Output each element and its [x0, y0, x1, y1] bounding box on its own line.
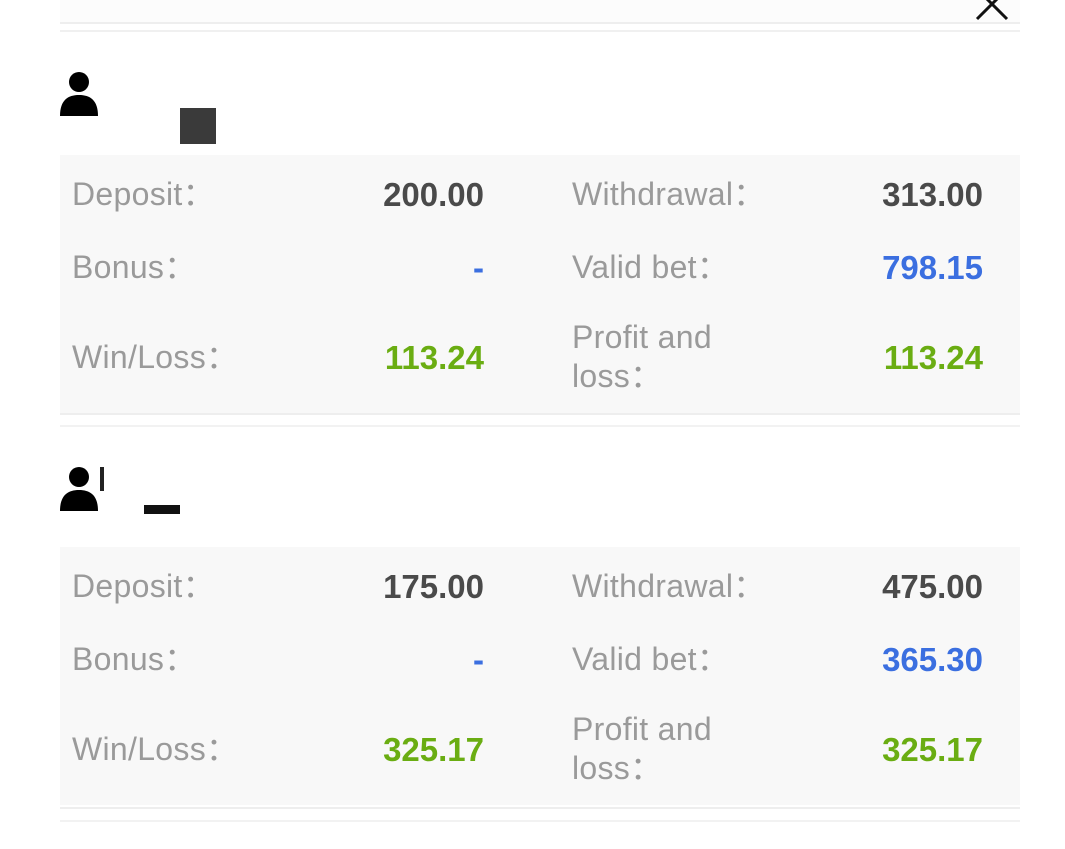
bonus-value: - — [473, 641, 484, 678]
close-icon — [975, 0, 1009, 21]
user-icon — [60, 72, 98, 116]
pnl-label-line1: Profit and — [572, 711, 712, 747]
deposit-value: 200.00 — [383, 176, 484, 213]
valid-bet-value: 365.30 — [882, 641, 983, 678]
pnl-value: 325.17 — [882, 731, 983, 768]
pnl-label-line2: loss： — [572, 358, 663, 394]
card-divider — [60, 425, 1020, 427]
stats-panel: Deposit： 175.00 Withdrawal： 475.00 Bonus… — [60, 547, 1020, 805]
winloss-value: 325.17 — [383, 731, 484, 768]
pnl-label-line2: loss： — [572, 750, 663, 786]
header-bar — [60, 0, 1020, 24]
header-divider — [60, 30, 1020, 32]
withdrawal-label: Withdrawal： — [572, 176, 766, 212]
bonus-label: Bonus： — [72, 249, 197, 285]
winloss-value: 113.24 — [384, 339, 484, 376]
stats-panel: Deposit： 200.00 Withdrawal： 313.00 Bonus… — [60, 155, 1020, 413]
valid-bet-label: Valid bet： — [572, 249, 730, 285]
deposit-value: 175.00 — [383, 568, 484, 605]
pnl-value: 113.24 — [883, 339, 983, 376]
deposit-label: Deposit： — [72, 568, 215, 604]
bonus-label: Bonus： — [72, 641, 197, 677]
user-icon — [60, 467, 98, 511]
winloss-label: Win/Loss： — [72, 339, 239, 375]
valid-bet-label: Valid bet： — [572, 641, 730, 677]
withdrawal-value: 313.00 — [882, 176, 983, 213]
deposit-label: Deposit： — [72, 176, 215, 212]
withdrawal-value: 475.00 — [882, 568, 983, 605]
card-divider — [60, 807, 1020, 809]
bonus-value: - — [473, 249, 484, 286]
card-divider — [60, 820, 1020, 822]
winloss-label: Win/Loss： — [72, 731, 239, 767]
pnl-label-line1: Profit and — [572, 319, 712, 355]
redacted-username — [100, 467, 104, 491]
valid-bet-value: 798.15 — [882, 249, 983, 286]
redacted-username — [144, 505, 180, 514]
withdrawal-label: Withdrawal： — [572, 568, 766, 604]
close-button[interactable] — [968, 0, 1012, 21]
redacted-username — [180, 108, 216, 144]
card-divider — [60, 413, 1020, 415]
